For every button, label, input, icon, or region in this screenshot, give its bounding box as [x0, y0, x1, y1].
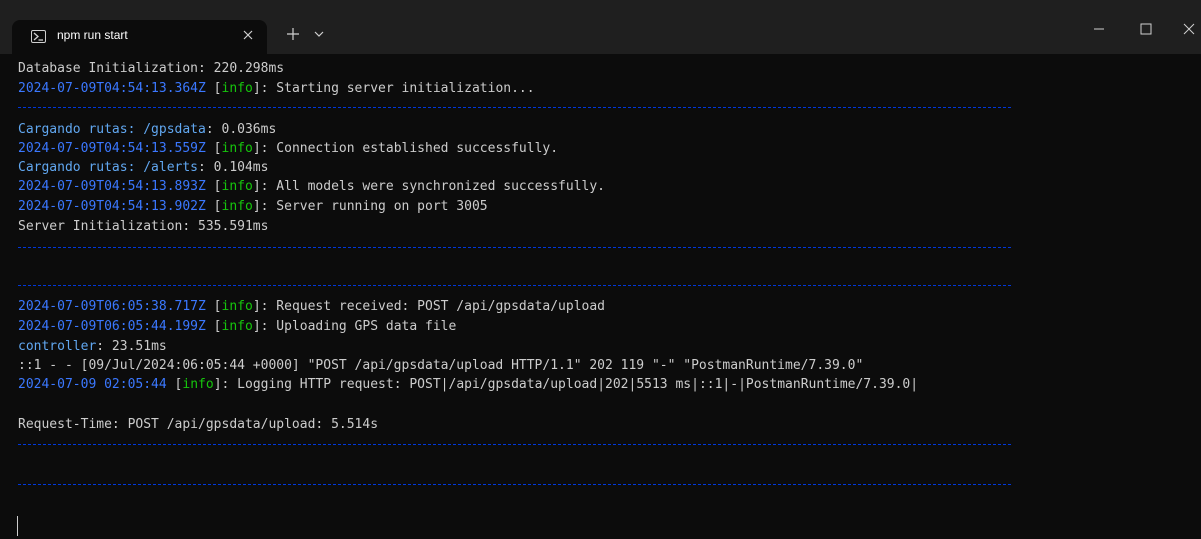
terminal-line: 2024-07-09T06:05:38.717Z [info]: Request…	[18, 299, 606, 314]
separator-line	[18, 107, 1011, 108]
terminal-line: 2024-07-09T04:54:13.559Z [info]: Connect…	[18, 141, 559, 156]
close-icon[interactable]	[1182, 22, 1196, 36]
terminal-line: Database Initialization: 220.298ms	[18, 61, 285, 76]
close-icon[interactable]	[240, 27, 256, 43]
separator-line	[18, 247, 1011, 248]
plus-icon[interactable]	[286, 27, 300, 41]
title-bar: npm run start	[0, 0, 1201, 54]
terminal-line: Request-Time: POST /api/gpsdata/upload: …	[18, 417, 379, 432]
tab-title: npm run start	[57, 28, 128, 42]
separator-line	[18, 285, 1011, 286]
text-cursor	[17, 516, 18, 536]
terminal-line: Cargando rutas: /alerts: 0.104ms	[18, 160, 269, 175]
powershell-icon	[31, 30, 46, 43]
terminal-output[interactable]: Database Initialization: 220.298ms 2024-…	[0, 54, 1201, 539]
minimize-icon[interactable]	[1092, 22, 1106, 36]
terminal-window: npm run start Database Initialization: 2…	[0, 0, 1201, 539]
terminal-line: Server Initialization: 535.591ms	[18, 219, 269, 234]
maximize-icon[interactable]	[1139, 22, 1153, 36]
terminal-line: 2024-07-09 02:05:44 [info]: Logging HTTP…	[18, 377, 919, 392]
terminal-line: 2024-07-09T06:05:44.199Z [info]: Uploadi…	[18, 319, 457, 334]
terminal-line: 2024-07-09T04:54:13.364Z [info]: Startin…	[18, 81, 535, 96]
terminal-line: controller: 23.51ms	[18, 339, 167, 354]
terminal-line: Cargando rutas: /gpsdata: 0.036ms	[18, 122, 277, 137]
terminal-line: 2024-07-09T04:54:13.893Z [info]: All mod…	[18, 179, 606, 194]
tab-npm-run-start[interactable]: npm run start	[12, 20, 267, 54]
separator-line	[18, 444, 1011, 445]
terminal-line: ::1 - - [09/Jul/2024:06:05:44 +0000] "PO…	[18, 358, 864, 373]
terminal-line: 2024-07-09T04:54:13.902Z [info]: Server …	[18, 199, 488, 214]
chevron-down-icon[interactable]	[314, 30, 324, 38]
separator-line	[18, 484, 1011, 485]
